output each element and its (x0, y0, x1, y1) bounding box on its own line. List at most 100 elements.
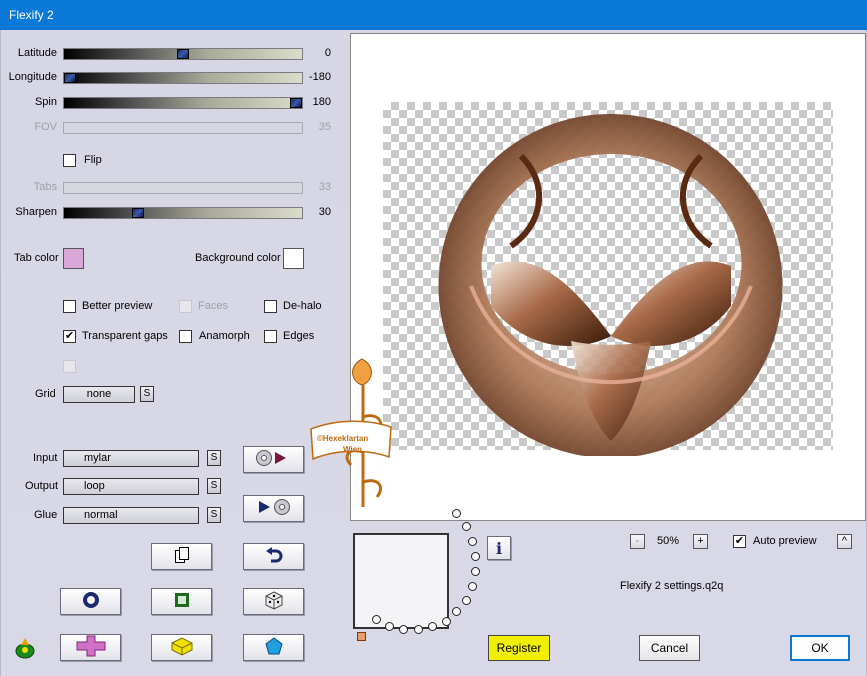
load-preset-button[interactable] (243, 446, 304, 473)
settings-filename: Flexify 2 settings.q2q (620, 580, 724, 592)
spin-label: Spin (34, 96, 57, 108)
undo-button[interactable] (243, 543, 304, 570)
latitude-value: 0 (324, 47, 331, 59)
flexified-image (438, 114, 783, 456)
dice-icon (264, 590, 284, 613)
tabs-slider[interactable] (63, 182, 303, 194)
longitude-value: -180 (308, 71, 331, 83)
anamorph-checkbox[interactable] (179, 330, 192, 343)
undo-icon (264, 546, 284, 567)
preview-canvas[interactable] (350, 33, 866, 521)
input-label: Input (33, 452, 58, 464)
cube-icon (170, 636, 194, 659)
window-title: Flexify 2 (9, 8, 54, 22)
preset-marker[interactable] (357, 632, 366, 641)
preset-dot[interactable] (452, 607, 461, 616)
tabs-label: Tabs (33, 181, 57, 193)
latitude-slider[interactable] (63, 48, 303, 60)
zoom-value: 50% (657, 535, 680, 547)
auto-preview-checkbox[interactable]: ✔ (733, 535, 746, 548)
better-preview-checkbox[interactable] (63, 300, 76, 313)
transparent-gaps-label: Transparent gaps (82, 330, 168, 342)
ok-button[interactable]: OK (790, 635, 850, 661)
auto-preview-toggle[interactable]: ^ (837, 534, 852, 549)
grid-s-button[interactable]: S (140, 386, 154, 402)
info-button[interactable]: i (487, 536, 511, 560)
dialog-panel: Latitude 0 Longitude -180 Spin 180 FOV 35 Tabs 33… (0, 30, 867, 676)
cancel-button[interactable]: Cancel (639, 635, 700, 661)
preset-dot[interactable] (471, 567, 480, 576)
watermark-line1: ©Hexeklartan (317, 434, 369, 443)
preset-dot[interactable] (414, 625, 423, 634)
longitude-slider[interactable] (63, 72, 303, 84)
faces-checkbox[interactable] (179, 300, 192, 313)
copy-button[interactable] (151, 543, 212, 570)
preset-dot[interactable] (468, 537, 477, 546)
output-s-button[interactable]: S (207, 478, 221, 494)
input-select[interactable]: mylar (63, 450, 199, 467)
frame-button[interactable] (151, 588, 212, 615)
preset-dot[interactable] (462, 522, 471, 531)
preset-dot[interactable] (399, 625, 408, 634)
random-button[interactable] (243, 588, 304, 615)
sharpen-slider-thumb[interactable] (132, 208, 144, 218)
save-preset-button[interactable] (243, 495, 304, 522)
preset-dot[interactable] (385, 622, 394, 631)
tabs-value: 33 (318, 181, 331, 193)
preset-dot[interactable] (428, 622, 437, 631)
preset-dot[interactable] (471, 552, 480, 561)
auto-preview-label: Auto preview (753, 535, 817, 547)
frame-icon (173, 591, 191, 612)
output-select[interactable]: loop (63, 478, 199, 495)
zoom-in-button[interactable]: + (693, 534, 708, 549)
anamorph-label: Anamorph (199, 330, 250, 342)
input-s-button[interactable]: S (207, 450, 221, 466)
zoom-out-button[interactable]: - (630, 534, 645, 549)
extra-checkbox[interactable] (63, 360, 76, 373)
glue-s-button[interactable]: S (207, 507, 221, 523)
de-halo-checkbox[interactable] (264, 300, 277, 313)
better-preview-label: Better preview (82, 300, 153, 312)
sharpen-slider[interactable] (63, 207, 303, 219)
spin-slider-thumb[interactable] (290, 98, 302, 108)
transparent-gaps-checkbox[interactable]: ✔ (63, 330, 76, 343)
glue-label: Glue (34, 509, 58, 521)
app-logo-icon (13, 637, 37, 662)
fov-label: FOV (34, 121, 57, 133)
preset-dot[interactable] (452, 509, 461, 518)
preset-dot[interactable] (462, 596, 471, 605)
copy-icon (174, 546, 190, 567)
spin-slider[interactable] (63, 97, 303, 109)
fov-slider[interactable] (63, 122, 303, 134)
tab-color-swatch[interactable] (63, 248, 84, 269)
latitude-slider-thumb[interactable] (177, 49, 189, 59)
de-halo-label: De-halo (283, 300, 322, 312)
register-button[interactable]: Register (488, 635, 550, 661)
pentagon-icon (264, 636, 284, 659)
flip-label: Flip (84, 154, 102, 166)
thumbnail-preview[interactable] (353, 533, 449, 629)
longitude-slider-thumb[interactable] (64, 73, 76, 83)
faces-label: Faces (198, 300, 228, 312)
flip-checkbox[interactable] (63, 154, 76, 167)
sharpen-value: 30 (318, 206, 331, 218)
cross-icon (76, 635, 106, 660)
longitude-label: Longitude (8, 71, 57, 83)
preset-dot[interactable] (468, 582, 477, 591)
pentagon-button[interactable] (243, 634, 304, 661)
title-bar: Flexify 2 (0, 0, 867, 30)
ring-button[interactable] (60, 588, 121, 615)
fov-value: 35 (318, 121, 331, 133)
disk-load-icon (255, 449, 293, 470)
cube-button[interactable] (151, 634, 212, 661)
background-color-swatch[interactable] (283, 248, 304, 269)
spin-value: 180 (312, 96, 331, 108)
preset-dot[interactable] (372, 615, 381, 624)
grid-select[interactable]: none (63, 386, 135, 403)
cross-button[interactable] (60, 634, 121, 661)
glue-select[interactable]: normal (63, 507, 199, 524)
preset-dot[interactable] (442, 617, 451, 626)
edges-checkbox[interactable] (264, 330, 277, 343)
tab-color-label: Tab color (14, 252, 59, 264)
info-icon: i (495, 538, 503, 558)
